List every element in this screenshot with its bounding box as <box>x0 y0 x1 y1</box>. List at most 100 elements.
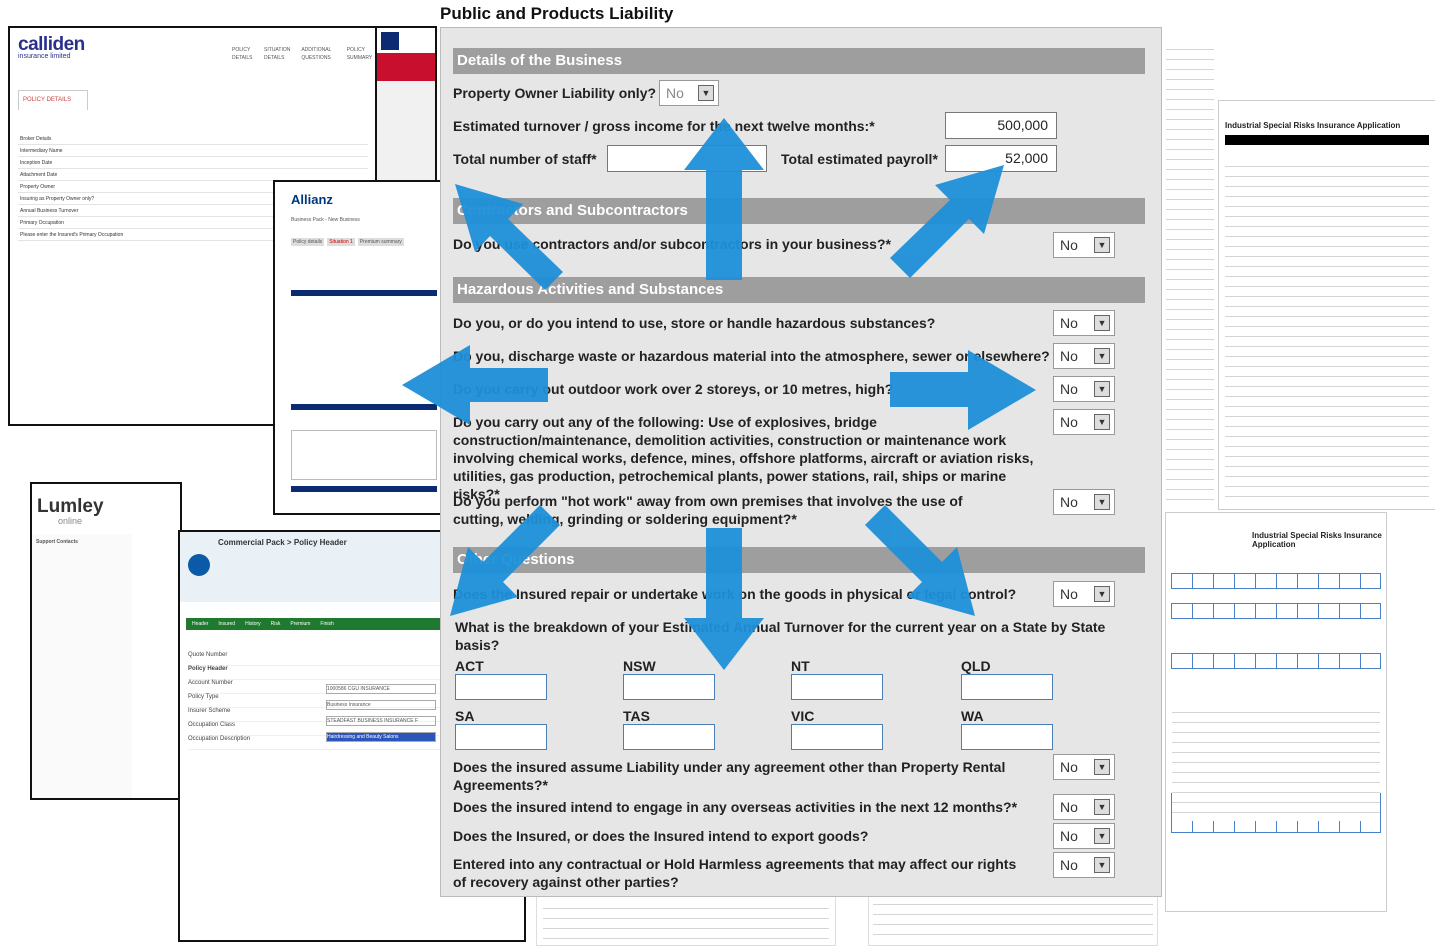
contractors-value: No <box>1060 237 1078 253</box>
haz-question: Do you, or do you intend to use, store o… <box>453 315 936 331</box>
chevron-down-icon[interactable]: ▼ <box>1094 759 1110 775</box>
chevron-down-icon[interactable]: ▼ <box>1094 381 1110 397</box>
haz-value: No <box>1060 494 1078 510</box>
chevron-down-icon[interactable]: ▼ <box>1094 348 1110 364</box>
other-question: Does the insured intend to engage in any… <box>453 799 1018 815</box>
chevron-down-icon[interactable]: ▼ <box>1094 828 1110 844</box>
doc-gridlines <box>543 899 829 941</box>
section-hazardous: Hazardous Activities and Substances <box>453 277 1145 303</box>
haz-question: Do you, discharge waste or hazardous mat… <box>453 348 1050 364</box>
other-value: No <box>1060 799 1078 815</box>
repair-select[interactable]: No ▼ <box>1053 581 1115 607</box>
calliden-row: Intermediary Name <box>18 145 368 157</box>
other-question: Does the insured assume Liability under … <box>453 759 1006 793</box>
payroll-input[interactable]: 52,000 <box>945 145 1057 172</box>
chevron-down-icon[interactable]: ▼ <box>1094 315 1110 331</box>
allianz-section-bar <box>291 290 437 296</box>
cgu-title: Commercial Pack > Policy Header <box>218 538 347 547</box>
chevron-down-icon[interactable]: ▼ <box>1094 237 1110 253</box>
state-vic-input[interactable] <box>791 724 883 750</box>
lumley-window: Lumley online Support Contacts <box>30 482 182 800</box>
cgu-value[interactable]: 1000586 CGU INSURANCE <box>326 684 436 694</box>
haz-question: Do you perform "hot work" away from own … <box>453 493 963 527</box>
haz-select[interactable]: No ▼ <box>1053 489 1115 515</box>
breakdown-question: What is the breakdown of your Estimated … <box>455 619 1106 653</box>
cgu-tab[interactable]: Premium <box>290 620 310 628</box>
isr-title-2: Industrial Special Risks Insurance Appli… <box>1252 531 1382 549</box>
isr-blue-table <box>1171 573 1381 589</box>
state-tas-input[interactable] <box>623 724 715 750</box>
chevron-down-icon[interactable]: ▼ <box>1094 494 1110 510</box>
haz-select[interactable]: No ▼ <box>1053 409 1115 435</box>
allianz-tab[interactable]: Policy details <box>291 238 325 246</box>
cgu-tab[interactable]: Insured <box>218 620 235 628</box>
turnover-input[interactable]: 500,000 <box>945 112 1057 139</box>
chevron-down-icon[interactable]: ▼ <box>1094 586 1110 602</box>
calliden-policy-tab[interactable]: POLICY DETAILS <box>18 90 88 110</box>
cgu-logo-icon <box>188 554 210 576</box>
bottom-form-doc <box>536 890 836 946</box>
chevron-down-icon[interactable]: ▼ <box>1094 857 1110 873</box>
isr-blue-table <box>1171 653 1381 669</box>
allianz-tab[interactable]: Situation 1 <box>327 238 355 246</box>
allianz-tab[interactable]: Premium summary <box>357 238 404 246</box>
cgu-tab[interactable]: Finish <box>320 620 333 628</box>
state-nt-input[interactable] <box>791 674 883 700</box>
state-label: TAS <box>623 708 650 724</box>
calliden-subtitle: insurance limited <box>18 53 71 60</box>
state-nsw-input[interactable] <box>623 674 715 700</box>
allianz-window: Allianz Business Pack - New Business Pol… <box>273 180 443 515</box>
calliden-header-tab[interactable]: ADDITIONAL QUESTIONS <box>301 46 340 62</box>
other-select[interactable]: No ▼ <box>1053 794 1115 820</box>
cgu-tab[interactable]: Risk <box>271 620 281 628</box>
allianz-section-bar <box>291 486 437 492</box>
staff-label: Total number of staff* <box>453 151 597 167</box>
cgu-value[interactable]: STEADFAST BUSINESS INSURANCE F <box>326 716 436 726</box>
turnover-label: Estimated turnover / gross income for th… <box>453 118 875 134</box>
other-question: Does the Insured, or does the Insured in… <box>453 828 869 844</box>
haz-select[interactable]: No ▼ <box>1053 310 1115 336</box>
chevron-down-icon[interactable]: ▼ <box>698 85 714 101</box>
steadfast-client-panel <box>377 53 435 81</box>
calliden-row: Inception Date <box>18 157 368 169</box>
haz-select[interactable]: No ▼ <box>1053 343 1115 369</box>
cgu-value[interactable]: Business Insurance <box>326 700 436 710</box>
chevron-down-icon[interactable]: ▼ <box>1094 414 1110 430</box>
page-title: Public and Products Liability <box>440 4 674 23</box>
other-select[interactable]: No ▼ <box>1053 823 1115 849</box>
state-label: VIC <box>791 708 815 724</box>
other-question: Entered into any contractual or Hold Har… <box>453 856 1017 890</box>
other-value: No <box>1060 759 1078 775</box>
state-act-input[interactable] <box>455 674 547 700</box>
calliden-header-tab[interactable]: SITUATION DETAILS <box>264 46 295 62</box>
isr-header-bar <box>1225 135 1429 145</box>
haz-select[interactable]: No ▼ <box>1053 376 1115 402</box>
other-select[interactable]: No ▼ <box>1053 852 1115 878</box>
staff-input[interactable] <box>607 145 767 172</box>
cgu-tab[interactable]: Header <box>192 620 208 628</box>
state-sa-input[interactable] <box>455 724 547 750</box>
cgu-value[interactable]: Hairdressing and Beauty Salons <box>326 732 436 742</box>
other-select[interactable]: No ▼ <box>1053 754 1115 780</box>
steadfast-window <box>375 26 437 186</box>
cgu-values: 1000586 CGU INSURANCE Business Insurance… <box>326 684 436 742</box>
section-contractors: Contractors and Subcontractors <box>453 198 1145 224</box>
property-owner-select[interactable]: No ▼ <box>659 80 719 106</box>
contractors-select[interactable]: No ▼ <box>1053 232 1115 258</box>
state-qld-input[interactable] <box>961 674 1053 700</box>
state-label: ACT <box>455 658 484 674</box>
lumley-subtitle: online <box>58 516 83 526</box>
state-label: SA <box>455 708 475 724</box>
cgu-tab[interactable]: History <box>245 620 261 628</box>
calliden-header-tab[interactable]: POLICY DETAILS <box>232 46 258 62</box>
allianz-section-bar <box>291 404 437 410</box>
state-wa-input[interactable] <box>961 724 1053 750</box>
isr-gridlines <box>1172 703 1380 821</box>
partial-form-strip <box>1162 30 1218 510</box>
haz-question: Do you carry out any of the following: U… <box>453 414 1034 502</box>
chevron-down-icon[interactable]: ▼ <box>1094 799 1110 815</box>
contractors-question: Do you use contractors and/or subcontrac… <box>453 236 891 252</box>
allianz-textarea[interactable] <box>291 430 437 480</box>
calliden-header-tab[interactable]: POLICY SUMMARY <box>347 46 376 62</box>
liability-form: Details of the Business Property Owner L… <box>440 27 1162 897</box>
